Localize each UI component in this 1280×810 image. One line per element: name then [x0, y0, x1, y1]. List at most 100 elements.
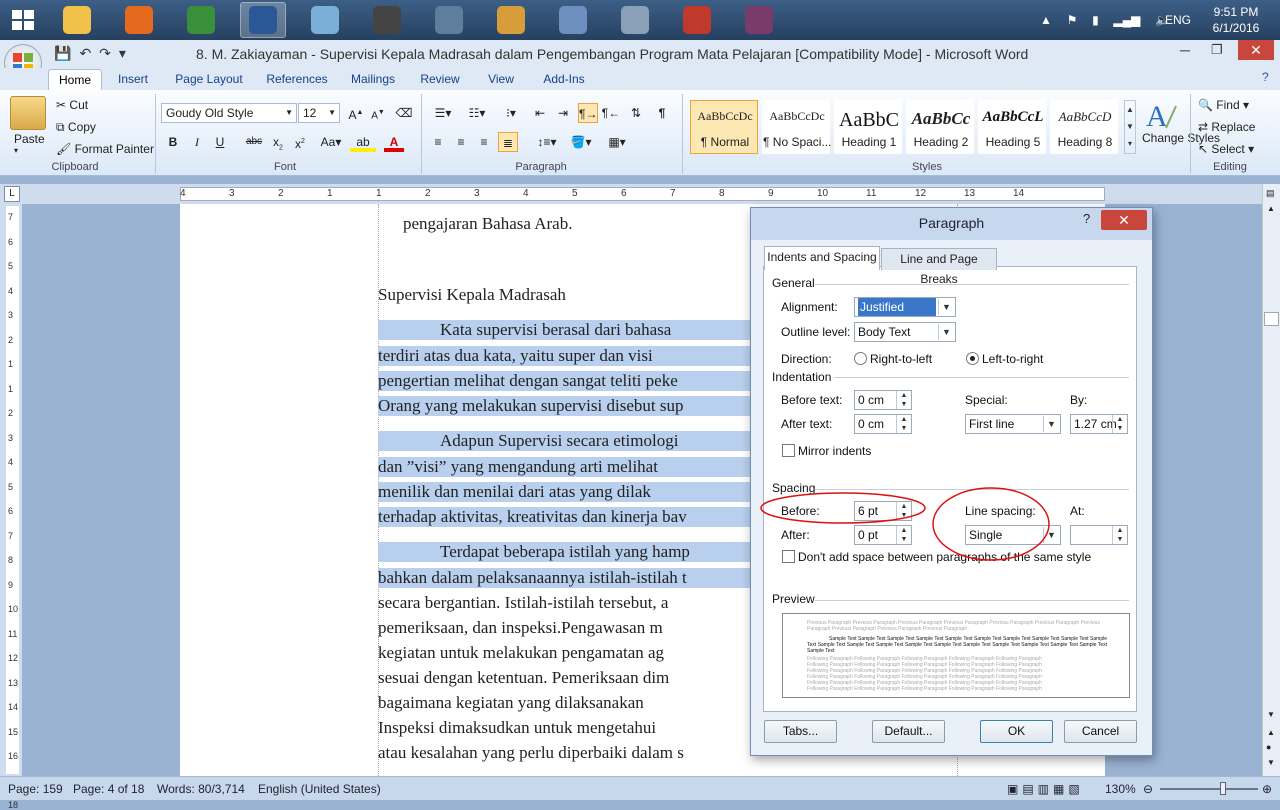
- style-gallery-item[interactable]: AaBbCcD Heading 8: [1050, 100, 1118, 154]
- ribbon-tab[interactable]: Add-Ins: [535, 69, 593, 90]
- close-window-button[interactable]: ✕: [1238, 40, 1274, 60]
- ribbon-tab[interactable]: Page Layout: [168, 69, 250, 90]
- change-case-icon[interactable]: Aa▾: [318, 132, 344, 152]
- tab-selector-icon[interactable]: L: [4, 186, 20, 202]
- help-icon[interactable]: ?: [1262, 70, 1269, 84]
- status-page[interactable]: Page: 159: [8, 782, 63, 796]
- document-text-line[interactable]: Kata supervisi berasal dari bahasa: [378, 320, 750, 340]
- document-text-line[interactable]: pemeriksaan, dan inspeksi.Pengawasan m: [378, 618, 663, 638]
- minimize-button[interactable]: ─: [1180, 42, 1190, 58]
- superscript-icon[interactable]: x2: [290, 132, 310, 152]
- dont-add-space-checkbox[interactable]: [782, 550, 795, 563]
- ruler-toggle-icon[interactable]: ▤: [1266, 188, 1275, 199]
- bold-icon[interactable]: B: [163, 132, 183, 152]
- document-text-line[interactable]: secara bergantian. Istilah-istilah terse…: [378, 593, 668, 613]
- spin-arrows-icon[interactable]: ▲ ▼: [896, 391, 911, 409]
- line-spacing-icon[interactable]: ↕≡▾: [532, 132, 562, 152]
- align-left-icon[interactable]: ≡: [428, 132, 448, 152]
- document-text-line[interactable]: pengertian melihat dengan sangat teliti …: [378, 371, 750, 391]
- outline-level-select[interactable]: Body Text ▼: [854, 322, 956, 342]
- chevron-up-icon[interactable]: ▲: [1040, 13, 1052, 27]
- align-right-icon[interactable]: ≡: [474, 132, 494, 152]
- zoom-slider[interactable]: [1160, 788, 1258, 790]
- font-size-combo[interactable]: 12 ▼: [298, 103, 340, 123]
- rtl-radio[interactable]: [854, 352, 867, 365]
- taskbar-app-button[interactable]: [612, 2, 658, 38]
- before-text-spinner[interactable]: 0 cm ▲ ▼: [854, 390, 912, 410]
- bullets-icon[interactable]: ☰▾: [428, 103, 458, 123]
- clear-formatting-icon[interactable]: ⌫: [394, 103, 414, 123]
- taskbar-app-button[interactable]: [674, 2, 720, 38]
- cancel-button[interactable]: Cancel: [1064, 720, 1137, 743]
- justify-icon[interactable]: ≣: [498, 132, 518, 152]
- ltr-icon[interactable]: ¶→: [578, 103, 598, 123]
- save-icon[interactable]: 💾: [54, 45, 79, 61]
- spin-arrows-icon[interactable]: ▲ ▼: [896, 526, 911, 544]
- underline-icon[interactable]: U: [210, 132, 230, 152]
- taskbar-app-button[interactable]: [488, 2, 534, 38]
- by-spinner[interactable]: 1.27 cm ▲ ▼: [1070, 414, 1128, 434]
- document-text-line[interactable]: Inspeksi dimaksudkan untuk mengetahui: [378, 718, 656, 738]
- document-text-line[interactable]: sesuai dengan ketentuan. Pemeriksaan dim: [378, 668, 669, 688]
- alignment-select[interactable]: Justified ▼: [854, 297, 956, 317]
- multilevel-list-icon[interactable]: ⁝▾: [496, 103, 526, 123]
- grow-font-icon[interactable]: A▲: [346, 103, 366, 123]
- strikethrough-icon[interactable]: abc: [244, 132, 264, 152]
- dialog-help-button[interactable]: ?: [1083, 211, 1090, 226]
- taskbar-app-button[interactable]: [116, 2, 162, 38]
- document-text-line[interactable]: pengajaran Bahasa Arab.: [403, 214, 572, 234]
- default-button[interactable]: Default...: [872, 720, 945, 743]
- spin-arrows-icon[interactable]: ▲ ▼: [1112, 415, 1127, 433]
- document-text-line[interactable]: Adapun Supervisi secara etimologi: [378, 431, 750, 451]
- document-text-line[interactable]: atau kesalahan yang perlu diperbaiki dal…: [378, 743, 684, 763]
- scroll-down-icon[interactable]: ▼: [1267, 710, 1275, 719]
- browse-object-icon[interactable]: ●: [1266, 742, 1271, 752]
- spin-arrows-icon[interactable]: ▲ ▼: [896, 415, 911, 433]
- dialog-close-button[interactable]: ✕: [1101, 210, 1147, 230]
- taskbar-app-button[interactable]: [426, 2, 472, 38]
- italic-icon[interactable]: I: [187, 132, 207, 152]
- style-gallery-item[interactable]: AaBbCc Heading 2: [906, 100, 974, 154]
- change-styles-icon[interactable]: A: [1142, 98, 1182, 134]
- flag-icon[interactable]: ⚑: [1067, 13, 1078, 27]
- ribbon-tab[interactable]: Home: [48, 69, 102, 90]
- document-text-line[interactable]: bahkan dalam pelaksanaannya istilah-isti…: [378, 568, 750, 588]
- sort-icon[interactable]: ⇅: [626, 103, 646, 123]
- font-color-icon[interactable]: A: [384, 132, 404, 152]
- borders-icon[interactable]: ▦▾: [602, 132, 632, 152]
- next-page-icon[interactable]: ▼: [1267, 758, 1275, 767]
- taskbar-app-button[interactable]: [240, 2, 286, 38]
- highlight-icon[interactable]: ab: [350, 132, 376, 152]
- style-gallery-item[interactable]: AaBbCcDc ¶ Normal: [690, 100, 758, 154]
- customize-qat-icon[interactable]: ▾: [119, 45, 134, 61]
- ribbon-tab[interactable]: Mailings: [343, 69, 403, 90]
- vertical-scrollbar[interactable]: ▤ ▲ ▼ ▲ ● ▼: [1262, 184, 1280, 776]
- ribbon-tab[interactable]: Insert: [110, 69, 156, 90]
- document-text-line[interactable]: terhadap aktivitas, kreativitas dan kine…: [378, 507, 750, 527]
- zoom-slider-thumb[interactable]: [1219, 782, 1226, 795]
- change-styles-button[interactable]: Change Styles: [1142, 132, 1220, 145]
- style-gallery-item[interactable]: AaBbC Heading 1: [834, 100, 902, 154]
- clock[interactable]: 9:51 PM 6/1/2016: [1206, 0, 1266, 40]
- document-text-line[interactable]: bagaimana kegiatan yang dilaksanakan: [378, 693, 644, 713]
- tabs-button[interactable]: Tabs...: [764, 720, 837, 743]
- style-gallery-item[interactable]: AaBbCcL Heading 5: [978, 100, 1046, 154]
- taskbar-app-button[interactable]: [736, 2, 782, 38]
- find-button[interactable]: 🔍 Find ▾: [1198, 98, 1249, 112]
- network-icon[interactable]: ▂▄▆: [1113, 13, 1140, 27]
- rtl-icon[interactable]: ¶←: [601, 103, 621, 123]
- mirror-indents-checkbox[interactable]: [782, 444, 795, 457]
- paste-button[interactable]: Paste: [14, 132, 45, 146]
- taskbar-app-button[interactable]: [364, 2, 410, 38]
- view-buttons[interactable]: ▣▤▥▦▧: [1007, 782, 1084, 796]
- styles-scroll[interactable]: ▲ ▼ ▾: [1124, 100, 1136, 154]
- ribbon-tab[interactable]: View: [480, 69, 522, 90]
- scroll-thumb[interactable]: [1264, 312, 1279, 326]
- tab-line-page-breaks[interactable]: Line and Page Breaks: [881, 248, 997, 286]
- taskbar-app-button[interactable]: [54, 2, 100, 38]
- document-heading[interactable]: Supervisi Kepala Madrasah: [378, 285, 566, 305]
- spin-arrows-icon[interactable]: ▲ ▼: [1112, 526, 1127, 544]
- after-spinner[interactable]: 0 pt ▲ ▼: [854, 525, 912, 545]
- align-center-icon[interactable]: ≡: [451, 132, 471, 152]
- decrease-indent-icon[interactable]: ⇤: [530, 103, 550, 123]
